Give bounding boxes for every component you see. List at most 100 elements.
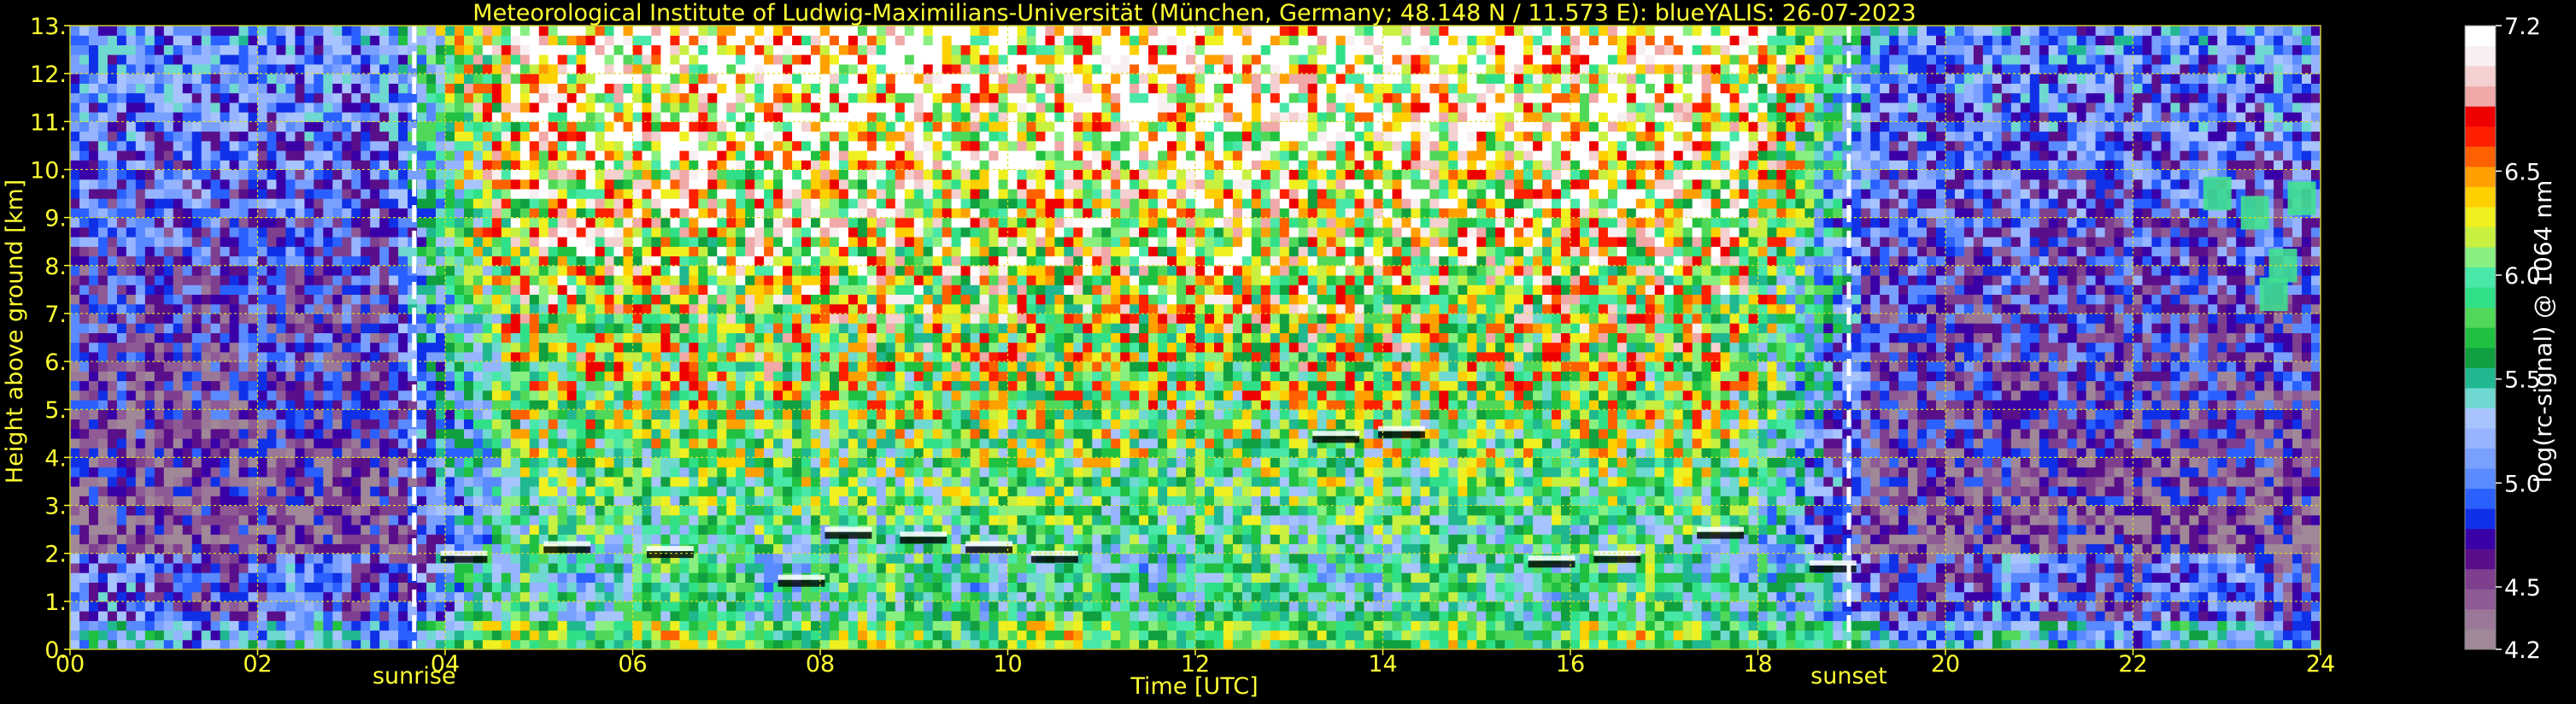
heatmap-cell — [548, 255, 559, 267]
heatmap-cell — [707, 140, 718, 151]
heatmap-cell — [501, 217, 512, 228]
heatmap-cell — [370, 342, 380, 353]
heatmap-cell — [501, 419, 512, 430]
heatmap-cell — [717, 562, 727, 573]
heatmap-cell — [557, 35, 568, 45]
heatmap-cell — [491, 226, 502, 238]
heatmap-cell — [773, 63, 783, 74]
heatmap-cell — [210, 169, 221, 180]
heatmap-cell — [613, 591, 625, 602]
heatmap-cell — [566, 351, 578, 362]
heatmap-cell — [191, 486, 202, 496]
heatmap-cell — [248, 313, 259, 324]
heatmap-cell — [79, 92, 90, 103]
heatmap-cell — [726, 208, 736, 219]
heatmap-cell — [351, 342, 361, 353]
heatmap-cell — [220, 505, 231, 516]
heatmap-cell — [370, 620, 380, 631]
heatmap-cell — [773, 332, 783, 343]
heatmap-cell — [783, 620, 793, 631]
heatmap-cell — [455, 620, 465, 631]
heatmap-cell — [510, 226, 521, 238]
heatmap-cell — [70, 313, 80, 324]
heatmap-cell — [144, 514, 155, 525]
heatmap-cell — [201, 534, 212, 544]
heatmap-cell — [314, 543, 324, 554]
heatmap-cell — [182, 102, 193, 113]
heatmap-cell — [285, 630, 296, 641]
heatmap-cell — [464, 525, 474, 535]
heatmap-cell — [389, 226, 399, 238]
heatmap-cell — [689, 496, 699, 507]
heatmap-cell — [679, 448, 689, 458]
heatmap-cell — [519, 572, 531, 583]
heatmap-cell — [464, 313, 474, 324]
heatmap-cell — [510, 265, 521, 276]
heatmap-cell — [679, 226, 689, 238]
heatmap-cell — [764, 543, 774, 554]
heatmap-cell — [632, 237, 643, 247]
heatmap-cell — [464, 419, 474, 430]
heatmap-cell — [436, 371, 446, 382]
heatmap-cell — [295, 54, 305, 65]
heatmap-cell — [314, 226, 324, 238]
heatmap-cell — [79, 611, 90, 621]
heatmap-cell — [717, 208, 727, 219]
heatmap-cell — [519, 35, 531, 45]
heatmap-cell — [154, 265, 165, 276]
heatmap-cell — [660, 150, 671, 161]
heatmap-cell — [501, 361, 512, 372]
heatmap-cell — [783, 534, 793, 544]
heatmap-cell — [679, 486, 689, 496]
heatmap-cell — [698, 400, 708, 410]
heatmap-cell — [116, 188, 127, 199]
heatmap-cell — [248, 217, 259, 228]
heatmap-cell — [417, 361, 427, 372]
heatmap-cell — [585, 26, 596, 36]
heatmap-cell — [229, 313, 240, 324]
heatmap-cell — [595, 332, 606, 343]
heatmap-cell — [389, 246, 399, 257]
heatmap-cell — [585, 246, 596, 257]
heatmap-cell — [613, 150, 625, 161]
heatmap-cell — [736, 169, 746, 180]
heatmap-cell — [229, 639, 240, 649]
heatmap-cell — [248, 601, 259, 612]
heatmap-cell — [736, 323, 746, 333]
heatmap-cell — [436, 361, 446, 372]
heatmap-cell — [679, 505, 689, 516]
heatmap-cell — [389, 198, 399, 208]
heatmap-cell — [707, 303, 718, 314]
heatmap-cell — [379, 525, 390, 535]
heatmap-cell — [651, 342, 661, 353]
heatmap-cell — [370, 448, 380, 458]
heatmap-cell — [107, 112, 118, 122]
heatmap-cell — [557, 323, 568, 333]
heatmap-cell — [163, 437, 174, 449]
heatmap-cell — [736, 553, 746, 564]
heatmap-cell — [754, 390, 765, 401]
heatmap-cell — [370, 35, 380, 45]
heatmap-cell — [585, 591, 596, 602]
heatmap-cell — [323, 419, 333, 430]
heatmap-cell — [717, 630, 727, 641]
heatmap-cell — [154, 380, 165, 391]
heatmap-cell — [783, 121, 793, 132]
heatmap-cell — [70, 255, 80, 267]
heatmap-cell — [482, 112, 493, 122]
heatmap-cell — [304, 380, 314, 391]
heatmap-cell — [248, 303, 259, 314]
heatmap-cell — [314, 466, 324, 478]
heatmap-cell — [519, 448, 531, 458]
heatmap-cell — [191, 380, 202, 391]
heatmap-cell — [773, 246, 783, 257]
heatmap-cell — [295, 285, 305, 295]
heatmap-cell — [398, 476, 408, 487]
heatmap-cell — [144, 303, 155, 314]
heatmap-cell — [436, 572, 446, 583]
heatmap-cell — [698, 591, 708, 602]
heatmap-cell — [604, 486, 615, 496]
heatmap-cell — [519, 188, 531, 199]
heatmap-cell — [482, 73, 493, 84]
heatmap-cell — [436, 217, 446, 228]
